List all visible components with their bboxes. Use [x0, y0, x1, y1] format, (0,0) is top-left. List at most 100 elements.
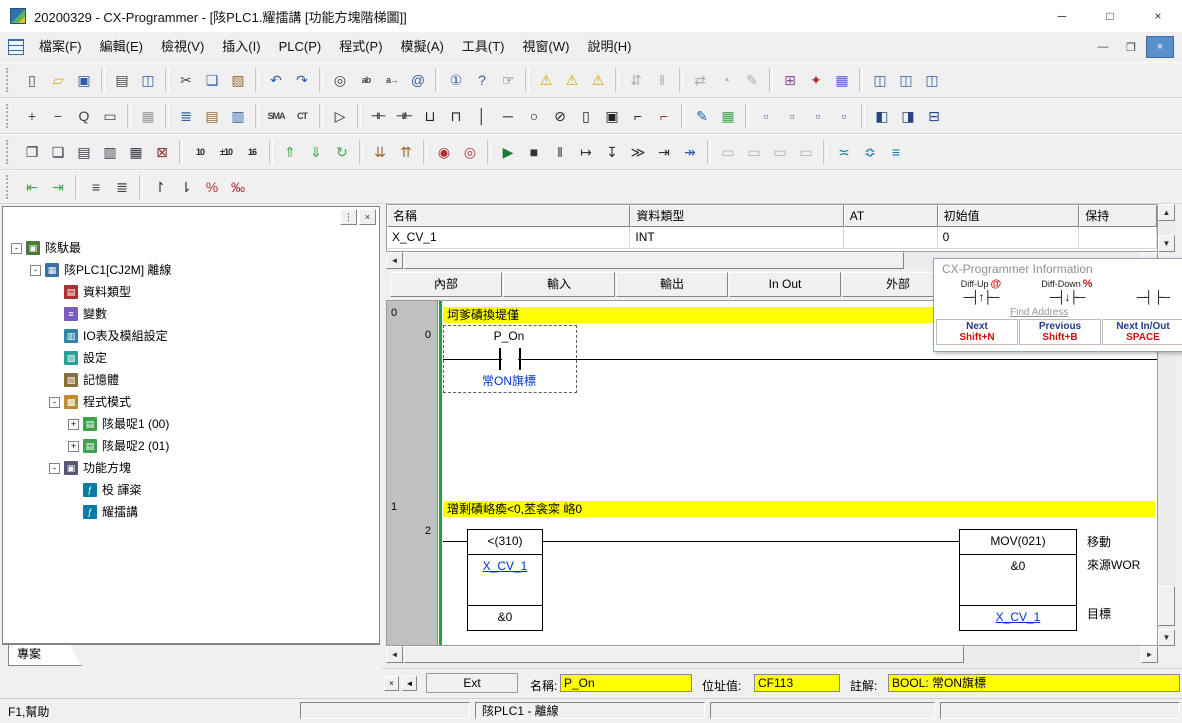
split-view-2-icon[interactable]: ◨: [895, 103, 921, 129]
close-icon[interactable]: ×: [1134, 0, 1182, 32]
redo-icon[interactable]: ↷: [289, 67, 315, 93]
new-closed-coil-icon[interactable]: ⊘: [547, 103, 573, 129]
zoom-in-icon[interactable]: +: [19, 103, 45, 129]
tree-item[interactable]: ▥IO表及模組設定: [3, 325, 379, 347]
toolbar-grip[interactable]: [6, 140, 14, 164]
split-view-1-icon[interactable]: ◧: [869, 103, 895, 129]
new-closed-or-contact-icon[interactable]: ⊓: [443, 103, 469, 129]
new-coil-icon[interactable]: ○: [521, 103, 547, 129]
plc-setup-icon[interactable]: ✦: [803, 67, 829, 93]
contact-name[interactable]: P_On: [443, 329, 575, 343]
smart-input-icon[interactable]: SMA: [263, 103, 289, 129]
zoom-100-icon[interactable]: Q: [71, 103, 97, 129]
scroll-thumb[interactable]: [404, 646, 964, 663]
merge-view-icon[interactable]: ≎: [857, 139, 883, 165]
tile-vertical-icon[interactable]: ▥: [97, 139, 123, 165]
tab-input[interactable]: 輸入: [503, 272, 615, 297]
new-or-contact-icon[interactable]: ⊔: [417, 103, 443, 129]
menu-item-0[interactable]: 檔案(F): [30, 39, 91, 54]
cell[interactable]: 0: [938, 227, 1080, 249]
watch-tab-1-icon[interactable]: ▭: [715, 139, 741, 165]
compare-instruction-block[interactable]: <(310) X_CV_1 &0: [467, 529, 543, 631]
force-off-icon[interactable]: ◎: [457, 139, 483, 165]
compare-plc-icon[interactable]: ≍: [831, 139, 857, 165]
transfer-to-plc-icon[interactable]: ⇊: [367, 139, 393, 165]
simulation-pause-icon[interactable]: ‖: [547, 139, 573, 165]
run-to-cursor-icon[interactable]: ↠: [677, 139, 703, 165]
tab-output[interactable]: 輸出: [616, 272, 728, 297]
section-list-icon[interactable]: ≣: [173, 103, 199, 129]
rung-list-icon[interactable]: ≡: [83, 174, 109, 200]
arrange-icons-icon[interactable]: ▦: [123, 139, 149, 165]
line-connect-icon[interactable]: ⌐: [625, 103, 651, 129]
pause-monitor-icon[interactable]: ‖: [649, 67, 675, 93]
force-reset-icon[interactable]: ⇂: [173, 174, 199, 200]
replace-icon[interactable]: ab: [353, 67, 379, 93]
mov-instruction-block[interactable]: MOV(021) &0 X_CV_1: [959, 529, 1077, 631]
cell[interactable]: INT: [630, 227, 843, 249]
mdi-minimize-icon[interactable]: —: [1090, 37, 1116, 57]
window-small-3-icon[interactable]: ▫: [805, 103, 831, 129]
line-delete-icon[interactable]: ⌐: [651, 103, 677, 129]
shortcut-button[interactable]: NextShift+N: [936, 319, 1018, 345]
menu-item-6[interactable]: 模擬(A): [392, 39, 453, 54]
outdent-rung-icon[interactable]: ⇤: [19, 174, 45, 200]
symbol-table-vscrollbar[interactable]: ▲ ▼: [1158, 204, 1175, 252]
simulation-stop-icon[interactable]: ■: [521, 139, 547, 165]
save-icon[interactable]: ▣: [71, 67, 97, 93]
about-icon[interactable]: ①: [443, 67, 469, 93]
select-mode-icon[interactable]: ▷: [327, 103, 353, 129]
operand[interactable]: &0: [468, 605, 542, 630]
rung-detail-icon[interactable]: ≣: [109, 174, 135, 200]
transfer-from-plc-icon[interactable]: ⇈: [393, 139, 419, 165]
tab-project[interactable]: 專案: [8, 645, 82, 666]
vertical-line-icon[interactable]: │: [469, 103, 495, 129]
grid-toggle-icon[interactable]: ▦: [135, 103, 161, 129]
paste-icon[interactable]: ▨: [225, 67, 251, 93]
maximize-icon[interactable]: □: [1086, 0, 1134, 32]
new-file-icon[interactable]: ▯: [19, 67, 45, 93]
symbol-table-view-icon[interactable]: ▤: [199, 103, 225, 129]
compile-all-icon[interactable]: ⚠: [559, 67, 585, 93]
undo-icon[interactable]: ↶: [263, 67, 289, 93]
zoom-out-icon[interactable]: −: [45, 103, 71, 129]
memory-view-icon[interactable]: ▦: [829, 67, 855, 93]
monitor-upload-icon[interactable]: ⇑: [277, 139, 303, 165]
scroll-left-icon[interactable]: ◄: [386, 252, 403, 269]
toolbar-grip[interactable]: [6, 175, 14, 199]
print-preview-icon[interactable]: ◫: [135, 67, 161, 93]
split-view-3-icon[interactable]: ⊟: [921, 103, 947, 129]
output-sheet-icon[interactable]: ◫: [919, 67, 945, 93]
tab-inout[interactable]: In Out: [729, 272, 841, 297]
tree-item[interactable]: ƒ杸 諢粢: [3, 479, 379, 501]
monitor-refresh-icon[interactable]: ↻: [329, 139, 355, 165]
shortcut-button[interactable]: PreviousShift+B: [1019, 319, 1101, 345]
menu-item-2[interactable]: 檢視(V): [152, 39, 213, 54]
scroll-left-icon[interactable]: ◄: [386, 646, 403, 663]
scroll-thumb[interactable]: [404, 252, 904, 269]
shortcut-button[interactable]: Next In/OutSPACE: [1102, 319, 1182, 345]
menu-item-5[interactable]: 程式(P): [330, 39, 391, 54]
close-all-windows-icon[interactable]: ⊠: [149, 139, 175, 165]
panel-close-icon[interactable]: ×: [359, 209, 376, 225]
address-field[interactable]: CF113: [754, 674, 840, 692]
new-fb-call-icon[interactable]: ▣: [599, 103, 625, 129]
find-next-icon[interactable]: a→: [379, 67, 405, 93]
operand[interactable]: X_CV_1: [468, 555, 542, 577]
mdi-close-icon[interactable]: ×: [1146, 36, 1174, 58]
column-header[interactable]: 名稱: [387, 205, 630, 227]
toolbar-grip[interactable]: [6, 68, 14, 92]
scroll-thumb[interactable]: [1158, 586, 1175, 626]
tree-item[interactable]: ▤資料類型: [3, 281, 379, 303]
close-pane-icon[interactable]: ×: [384, 676, 399, 691]
watch-tab-4-icon[interactable]: ▭: [793, 139, 819, 165]
menu-item-9[interactable]: 說明(H): [578, 39, 640, 54]
tree-item[interactable]: ƒ耀擂講: [3, 501, 379, 523]
tree-item[interactable]: ≡變數: [3, 303, 379, 325]
tree-expander-icon[interactable]: -: [11, 243, 22, 254]
tree-expander-icon[interactable]: -: [30, 265, 41, 276]
panel-grip-icon[interactable]: ⋮: [340, 209, 357, 225]
column-header[interactable]: 資料類型: [630, 205, 843, 227]
calendar-view-icon[interactable]: ▦: [715, 103, 741, 129]
tree-item[interactable]: +▤陔最哫2 (01): [3, 435, 379, 457]
